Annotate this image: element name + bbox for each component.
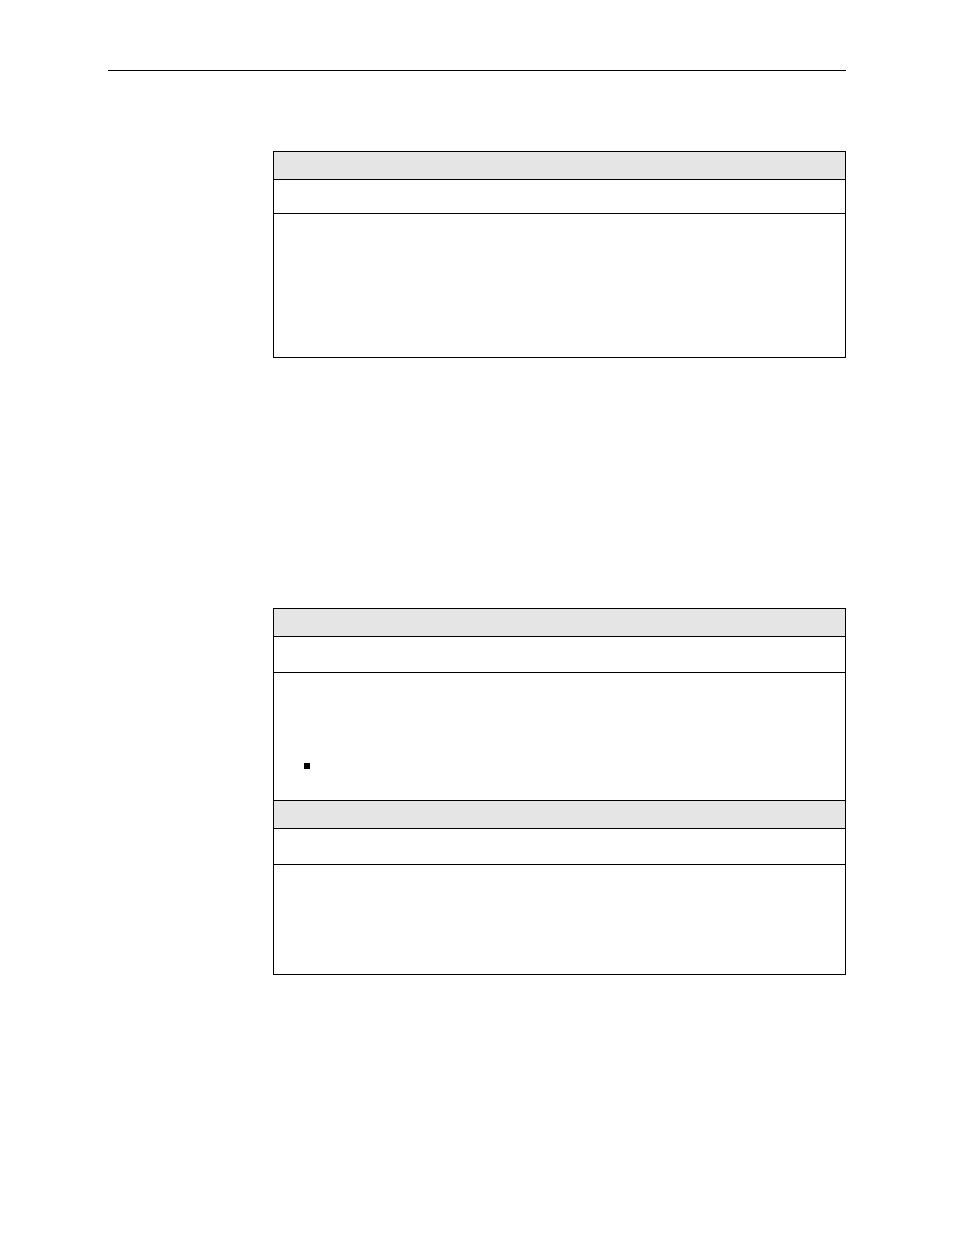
table2-body-row-2 <box>274 865 846 975</box>
table1-sub-row <box>274 180 846 214</box>
table1-header-cell <box>274 152 846 180</box>
table1-body-row <box>274 214 846 358</box>
table1-header-row <box>274 152 846 180</box>
table2-header2-cell <box>274 801 846 829</box>
table2-sub2-cell <box>274 829 846 865</box>
header-rule <box>108 70 846 71</box>
gap-between-tables <box>273 358 846 608</box>
table2-body2-cell <box>274 865 846 975</box>
table2-sub-row-2 <box>274 829 846 865</box>
table2-header-row-1 <box>274 609 846 637</box>
table2-header1-cell <box>274 609 846 637</box>
info-table-1 <box>273 151 846 358</box>
table1-sub-cell <box>274 180 846 214</box>
info-table-2 <box>273 608 846 975</box>
table1-body-cell <box>274 214 846 358</box>
table2-body-row-1 <box>274 673 846 801</box>
table2-header-row-2 <box>274 801 846 829</box>
bullet-icon <box>304 763 310 769</box>
table2-body1-cell <box>274 673 846 801</box>
table2-sub1-cell <box>274 637 846 673</box>
table2-sub-row-1 <box>274 637 846 673</box>
content-area <box>273 151 846 975</box>
